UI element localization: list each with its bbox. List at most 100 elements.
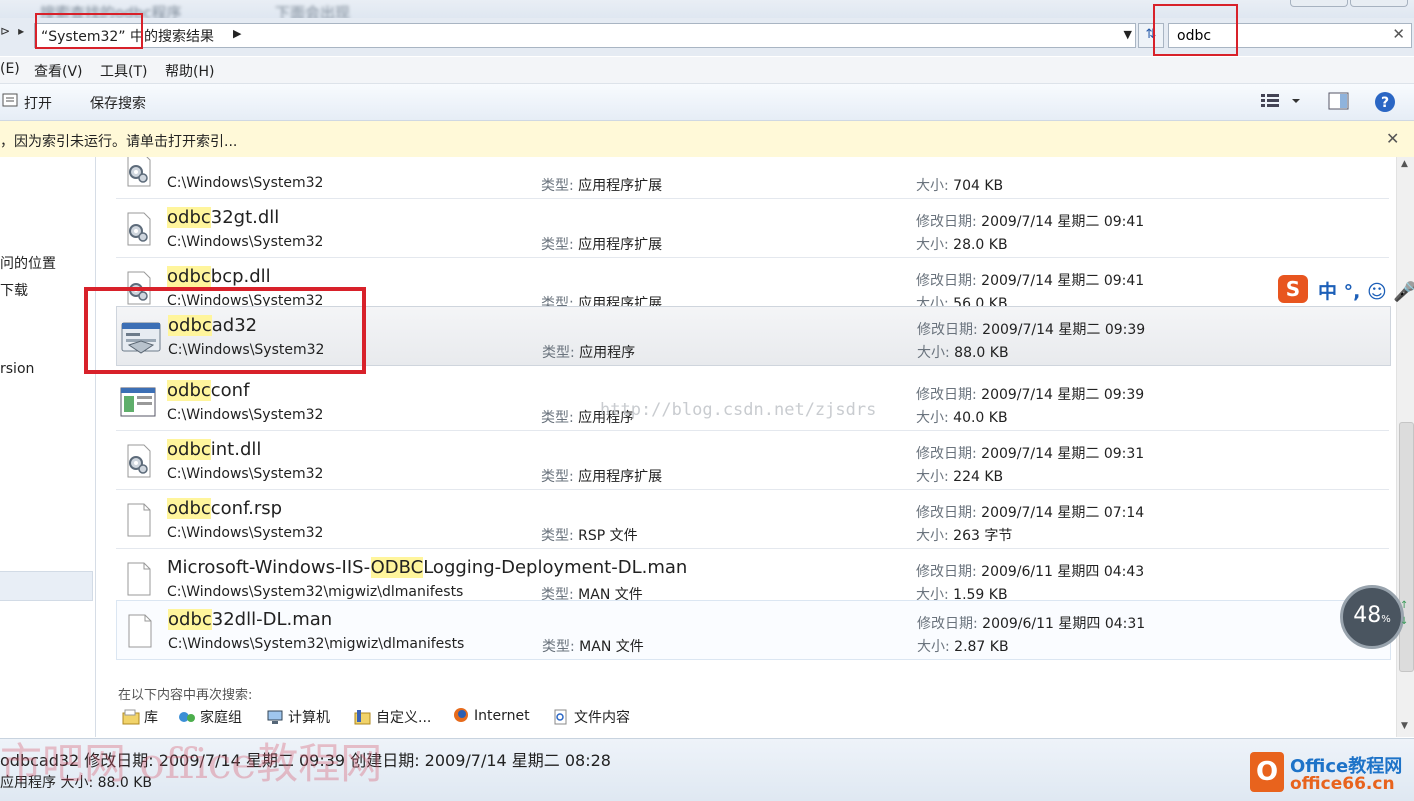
file-name[interactable]: odbcconf — [167, 380, 249, 401]
open-icon — [2, 93, 18, 107]
sogou-logo-icon: S — [1278, 275, 1308, 303]
nav-item-selected[interactable] — [0, 571, 93, 601]
vertical-scrollbar[interactable]: ▲ ▼ — [1396, 157, 1414, 737]
file-size: 大小: 2.87 KB — [917, 639, 1009, 655]
menu-help[interactable]: 帮助(H) — [165, 61, 214, 81]
file-row[interactable]: odbc32gt.dll C:\Windows\System32 类型: 应用程序扩… — [116, 199, 1389, 258]
chevron-down-icon[interactable]: ▼ — [1124, 28, 1132, 41]
dll-gear-icon — [120, 211, 156, 247]
gauge-value: 48% — [1353, 603, 1391, 628]
file-row[interactable]: C:\Windows\System32 类型: 应用程序扩展 大小: 704 KB — [116, 157, 1389, 199]
help-icon[interactable]: ? — [1374, 91, 1396, 113]
scroll-up-icon[interactable]: ▲ — [1401, 159, 1408, 169]
file-modified: 修改日期: 2009/7/14 星期二 07:14 — [916, 505, 1145, 521]
file-name[interactable]: odbc32gt.dll — [167, 207, 279, 228]
file-type: 类型: MAN 文件 — [542, 639, 644, 655]
back-icon[interactable]: ⊳ — [0, 24, 10, 38]
file-size: 大小: 40.0 KB — [916, 410, 1008, 426]
file-modified: 修改日期: 2009/6/11 星期四 04:31 — [917, 616, 1146, 632]
custom-folder-icon — [354, 710, 371, 725]
file-name[interactable]: Microsoft-Windows-IIS-ODBCLogging-Deploy… — [167, 557, 687, 578]
search-highlight: odbc — [167, 439, 211, 460]
file-row[interactable]: odbcconf.rsp C:\Windows\System32 类型: RSP 文… — [116, 490, 1389, 549]
view-options-icon[interactable] — [1260, 92, 1300, 110]
blank-file-icon — [121, 613, 157, 649]
navigation-pane: 问的位置 下载 rsion — [0, 157, 96, 737]
search-highlight: odbc — [167, 380, 211, 401]
scroll-down-icon[interactable]: ▼ — [1401, 721, 1408, 731]
file-name[interactable]: odbcconf.rsp — [167, 498, 282, 519]
app-window-icon — [120, 384, 156, 420]
search-highlight: ODBC — [370, 557, 424, 578]
file-name[interactable]: odbc32dll-DL.man — [168, 609, 332, 630]
office-logo: O Office教程网 office66.cn — [1250, 748, 1414, 800]
address-bar[interactable]: “System32” 中的搜索结果 ▶ ▼ — [34, 23, 1136, 48]
menu-tools[interactable]: 工具(T) — [100, 61, 147, 81]
svg-text:?: ? — [1381, 95, 1389, 111]
file-path: C:\Windows\System32 — [167, 525, 324, 541]
info-bar-message[interactable]: ，因为索引未运行。请单击打开索引... — [0, 131, 237, 151]
file-modified: 修改日期: 2009/6/11 星期四 04:43 — [916, 564, 1145, 580]
file-search-icon — [554, 709, 567, 725]
logo-text-2: office66.cn — [1290, 774, 1395, 794]
file-name[interactable]: odbcint.dll — [167, 439, 261, 460]
annotation-box-breadcrumb — [35, 13, 143, 49]
file-path: C:\Windows\System32\migwiz\dlmanifests — [168, 636, 465, 652]
blurred-title-right: 下面会出现 — [275, 4, 351, 18]
file-type: 类型: 应用程序扩展 — [541, 469, 663, 485]
dll-gear-icon — [120, 443, 156, 479]
file-size: 大小: 28.0 KB — [916, 237, 1008, 253]
menu-edit[interactable]: (E) — [0, 61, 20, 77]
blank-file-icon — [120, 502, 156, 538]
search-location-label: 计算机 — [288, 710, 330, 726]
minimize-button[interactable] — [1290, 0, 1348, 7]
scroll-thumb[interactable] — [1399, 422, 1414, 672]
save-search-button[interactable]: 保存搜索 — [90, 93, 146, 113]
file-modified: 修改日期: 2009/7/14 星期二 09:41 — [916, 273, 1145, 289]
file-modified: 修改日期: 2009/7/14 星期二 09:31 — [916, 446, 1145, 462]
watermark-csdn: http://blog.csdn.net/zjsdrs — [600, 400, 877, 420]
file-size: 大小: 704 KB — [916, 178, 1004, 194]
nav-item-downloads[interactable]: 下载 — [0, 280, 28, 300]
search-location-homegroup[interactable]: 家庭组 — [178, 707, 242, 727]
file-type: 类型: 应用程序扩展 — [541, 237, 663, 253]
file-row[interactable]: odbcint.dll C:\Windows\System32 类型: 应用程序扩展… — [116, 431, 1389, 490]
search-highlight: odbc — [167, 207, 211, 228]
office-logo-icon: O — [1250, 752, 1284, 792]
file-type: 类型: RSP 文件 — [541, 528, 638, 544]
file-row[interactable]: odbc32dll-DL.man C:\Windows\System32\migw… — [116, 600, 1391, 660]
computer-icon — [267, 710, 283, 724]
maximize-button[interactable] — [1350, 0, 1408, 7]
close-icon[interactable]: ✕ — [1386, 129, 1399, 148]
nav-item-recent-places[interactable]: 问的位置 — [0, 253, 56, 273]
search-location-custom[interactable]: 自定义... — [354, 707, 431, 727]
info-bar[interactable]: ，因为索引未运行。请单击打开索引... ✕ — [0, 121, 1414, 158]
file-type: 类型: 应用程序扩展 — [541, 178, 663, 194]
menu-bar: (E) 查看(V) 工具(T) 帮助(H) — [0, 57, 1414, 84]
search-location-internet[interactable]: Internet — [452, 707, 530, 724]
chevron-right-icon[interactable]: ▶ — [233, 27, 241, 40]
file-path: C:\Windows\System32 — [167, 466, 324, 482]
search-highlight: odbc — [167, 498, 211, 519]
watermark-bottom: 市吧网 office教程网 — [0, 739, 383, 788]
chevron-right-icon[interactable]: ▸ — [18, 24, 24, 38]
preview-pane-icon[interactable] — [1328, 92, 1350, 110]
close-icon[interactable]: ✕ — [1392, 25, 1405, 43]
homegroup-icon — [179, 712, 195, 722]
annotation-box-odbcad32 — [84, 287, 366, 374]
ime-status[interactable]: 中 °, ☺ 🎤 — [1318, 277, 1414, 304]
search-location-label: Internet — [474, 708, 530, 724]
search-location-libraries[interactable]: 库 — [122, 707, 158, 727]
file-list: C:\Windows\System32 类型: 应用程序扩展 大小: 704 KB o… — [96, 157, 1396, 737]
ime-toolbar[interactable]: S 中 °, ☺ 🎤 — [1278, 273, 1414, 305]
search-location-label: 库 — [144, 710, 158, 726]
menu-view[interactable]: 查看(V) — [34, 61, 83, 81]
search-location-computer[interactable]: 计算机 — [266, 707, 330, 727]
search-location-label: 自定义... — [376, 710, 432, 726]
open-button[interactable]: 打开 — [24, 93, 52, 113]
search-location-file-contents[interactable]: 文件内容 — [552, 707, 630, 727]
nav-item-version[interactable]: rsion — [0, 361, 34, 377]
speed-gauge[interactable]: 48% — [1340, 585, 1404, 649]
toolbar: 打开 保存搜索 ? — [0, 84, 1414, 121]
file-name[interactable]: odbcbcp.dll — [167, 266, 271, 287]
